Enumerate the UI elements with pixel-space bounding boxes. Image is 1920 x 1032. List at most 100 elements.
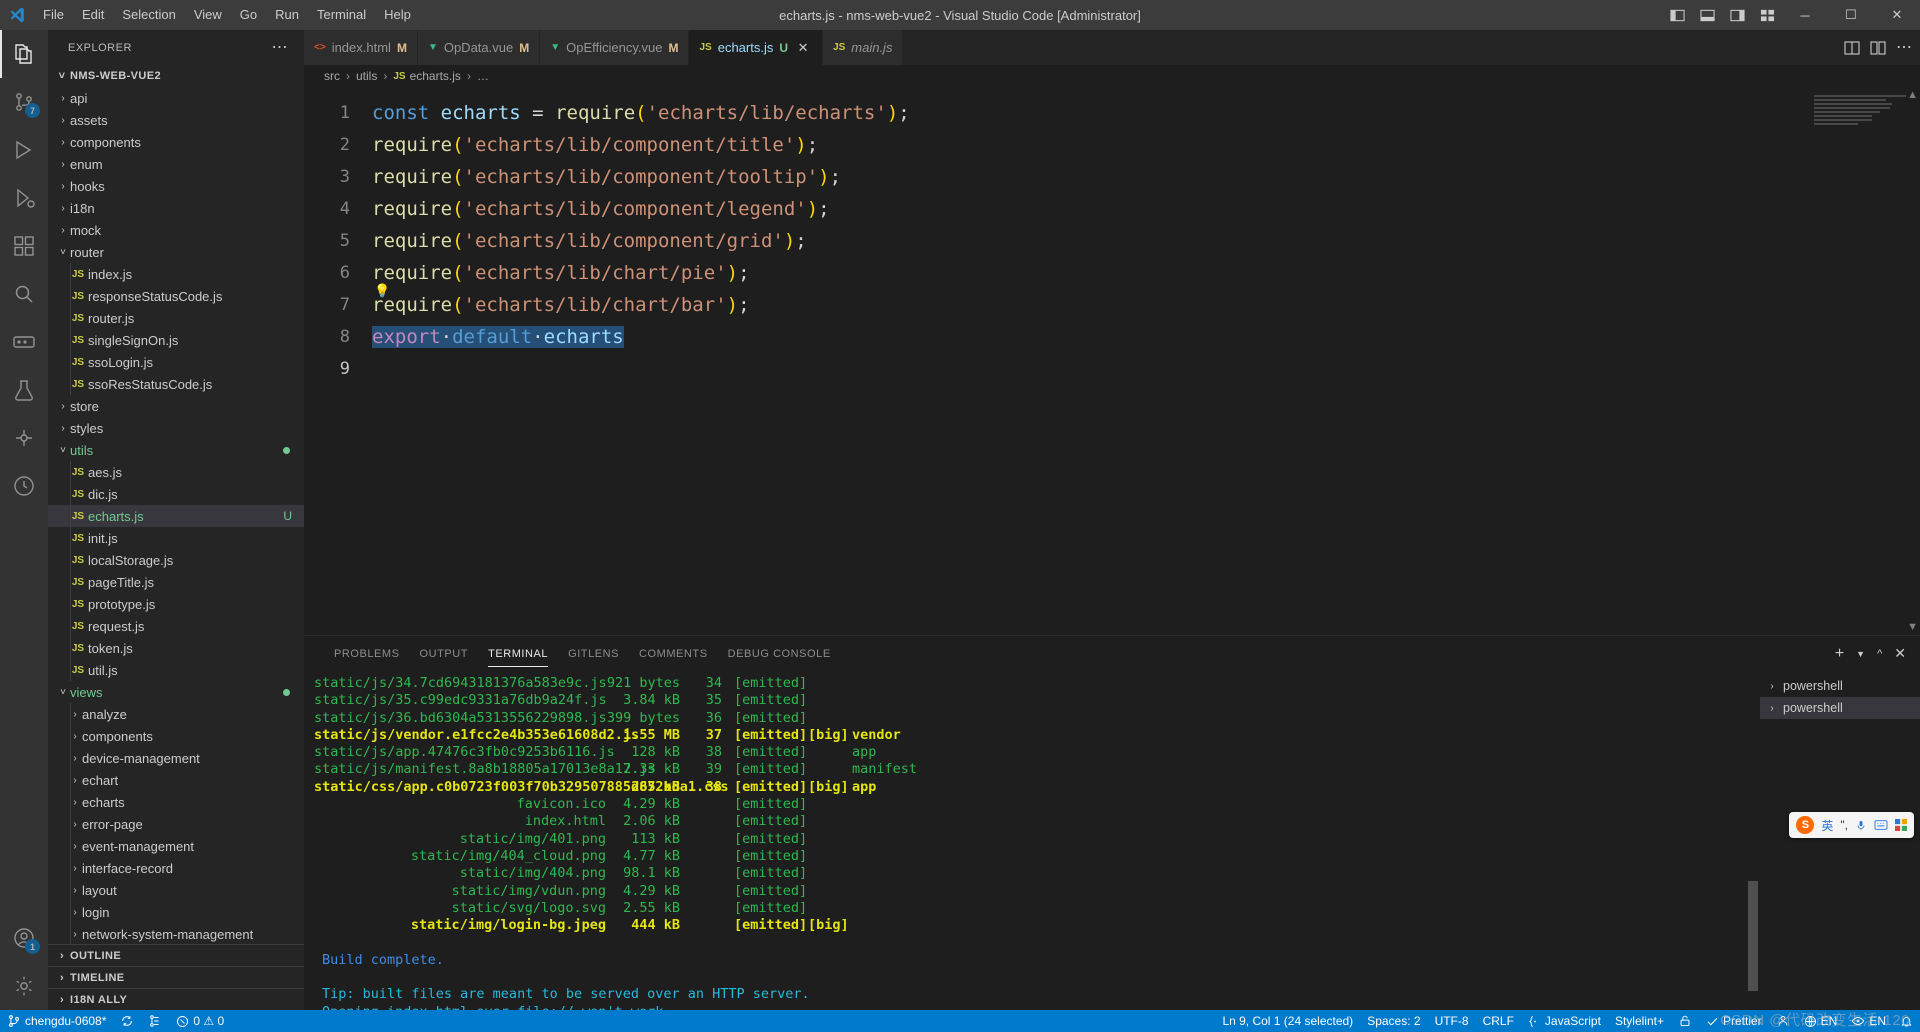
tree-item-assets[interactable]: › assets bbox=[48, 109, 304, 131]
status-editor-position[interactable]: Ln 9, Col 1 (24 selected) bbox=[1215, 1010, 1360, 1032]
tree-item-ssologin-js[interactable]: JS ssoLogin.js bbox=[48, 351, 304, 373]
tree-item-device-management[interactable]: › device-management bbox=[48, 747, 304, 769]
status-prettier[interactable]: Prettier bbox=[1699, 1010, 1769, 1032]
activitybar-remote-connect[interactable] bbox=[0, 414, 48, 462]
editor-tab-main-js[interactable]: JS main.js bbox=[823, 30, 904, 65]
status-notifications[interactable] bbox=[1893, 1010, 1920, 1032]
apps-icon[interactable] bbox=[1895, 819, 1907, 831]
chevron-right-icon[interactable]: › bbox=[56, 225, 70, 236]
tree-item-echart[interactable]: › echart bbox=[48, 769, 304, 791]
activitybar-run-and-debug[interactable] bbox=[0, 174, 48, 222]
editor-tab-echarts-js[interactable]: JS echarts.js U ✕ bbox=[689, 30, 824, 65]
tree-item-localstorage-js[interactable]: JS localStorage.js bbox=[48, 549, 304, 571]
panel-tabs[interactable]: PROBLEMS OUTPUT TERMINAL GITLENS COMMENT… bbox=[304, 636, 1920, 671]
tree-item-responsestatuscode-js[interactable]: JS responseStatusCode.js bbox=[48, 285, 304, 307]
file-tree[interactable]: › api › assets › components › enum › hooks › i18n › m… bbox=[48, 87, 304, 944]
code-content[interactable]: const echarts = require('echarts/lib/ech… bbox=[372, 87, 1920, 635]
menu-file[interactable]: File bbox=[34, 0, 73, 30]
chevron-down-icon[interactable]: ˅ bbox=[56, 687, 70, 698]
activitybar-explorer[interactable] bbox=[0, 30, 48, 78]
tree-item-styles[interactable]: › styles bbox=[48, 417, 304, 439]
status-gitlens[interactable] bbox=[141, 1010, 169, 1032]
status-sync[interactable] bbox=[113, 1010, 141, 1032]
activitybar-extensions[interactable] bbox=[0, 222, 48, 270]
code-line[interactable]: require('echarts/lib/component/grid'); bbox=[372, 225, 1920, 257]
menu-selection[interactable]: Selection bbox=[113, 0, 184, 30]
terminal-output[interactable]: static/js/34.7cd6943181376a583e9c.js 921 … bbox=[304, 671, 1746, 1010]
code-line[interactable]: require('echarts/lib/chart/bar'); bbox=[372, 289, 1920, 321]
chevron-right-icon[interactable]: › bbox=[56, 423, 70, 434]
status-branch[interactable]: chengdu-0608* bbox=[0, 1010, 113, 1032]
status-indentation[interactable]: Spaces: 2 bbox=[1360, 1010, 1427, 1032]
menu-view[interactable]: View bbox=[185, 0, 231, 30]
comma-icon[interactable]: ", bbox=[1840, 818, 1848, 832]
editor-tabs[interactable]: <> index.html M ▼ OpData.vue M ▼ OpEfficiency.v… bbox=[304, 30, 1920, 65]
breadcrumb-symbols[interactable]: … bbox=[477, 69, 489, 83]
tree-item-analyze[interactable]: › analyze bbox=[48, 703, 304, 725]
panel-left-icon[interactable] bbox=[1662, 0, 1692, 30]
activitybar-search[interactable] bbox=[0, 270, 48, 318]
status-i18n-ally-locale[interactable]: EN bbox=[1797, 1010, 1845, 1032]
new-terminal-icon[interactable]: + bbox=[1835, 645, 1844, 663]
chevron-right-icon[interactable]: › bbox=[56, 159, 70, 170]
panel-tab-terminal[interactable]: TERMINAL bbox=[478, 636, 558, 671]
activitybar-remote-explorer[interactable] bbox=[0, 318, 48, 366]
terminal-tab-powershell-1[interactable]: › powershell bbox=[1760, 675, 1920, 697]
panel-tab-output[interactable]: OUTPUT bbox=[410, 636, 479, 671]
minimize-button[interactable]: ─ bbox=[1782, 0, 1828, 30]
panel-actions[interactable]: + ▼ ^ ✕ bbox=[1835, 645, 1920, 663]
tree-item-token-js[interactable]: JS token.js bbox=[48, 637, 304, 659]
open-changes-icon[interactable] bbox=[1870, 40, 1886, 56]
sidebar-more-actions-icon[interactable]: ⋯ bbox=[272, 39, 297, 55]
breadcrumb-src[interactable]: src bbox=[324, 69, 340, 83]
status-eol[interactable]: CRLF bbox=[1476, 1010, 1521, 1032]
status-stylelint[interactable]: Stylelint+ bbox=[1608, 1010, 1671, 1032]
chevron-right-icon[interactable]: › bbox=[56, 93, 70, 104]
tree-item-router[interactable]: ˅ router bbox=[48, 241, 304, 263]
more-actions-icon[interactable]: ⋯ bbox=[1896, 39, 1912, 55]
tree-item-views[interactable]: ˅ views bbox=[48, 681, 304, 703]
scroll-down-icon[interactable]: ▼ bbox=[1907, 621, 1918, 633]
tree-item-login[interactable]: › login bbox=[48, 901, 304, 923]
panel-tab-comments[interactable]: COMMENTS bbox=[629, 636, 718, 671]
code-line[interactable]: require('echarts/lib/component/title'); bbox=[372, 129, 1920, 161]
customize-layout-icon[interactable] bbox=[1752, 0, 1782, 30]
tree-item-network-system-management[interactable]: › network-system-management bbox=[48, 923, 304, 944]
maximize-button[interactable]: ☐ bbox=[1828, 0, 1874, 30]
breadcrumb-utils[interactable]: utils bbox=[356, 69, 377, 83]
code-line[interactable]: export·default·echarts bbox=[372, 321, 1920, 353]
status-problems[interactable]: 0 ⚠ 0 bbox=[169, 1010, 231, 1032]
code-line[interactable]: require('echarts/lib/chart/pie'); bbox=[372, 257, 1920, 289]
breadcrumb[interactable]: src › utils › JS echarts.js › … bbox=[304, 65, 1920, 87]
tree-item-index-js[interactable]: JS index.js bbox=[48, 263, 304, 285]
activitybar-manage-gear[interactable] bbox=[0, 962, 48, 1010]
activitybar-test[interactable] bbox=[0, 366, 48, 414]
tree-item-router-js[interactable]: JS router.js bbox=[48, 307, 304, 329]
activitybar-debug-alt[interactable] bbox=[0, 126, 48, 174]
tree-item-echarts[interactable]: › echarts bbox=[48, 791, 304, 813]
section-outline[interactable]: › OUTLINE bbox=[48, 944, 304, 966]
code-line[interactable]: require('echarts/lib/component/legend'); bbox=[372, 193, 1920, 225]
panel-bottom-icon[interactable] bbox=[1692, 0, 1722, 30]
close-button[interactable]: ✕ bbox=[1874, 0, 1920, 30]
chevron-right-icon[interactable]: › bbox=[56, 203, 70, 214]
chevron-down-icon[interactable]: ˅ bbox=[56, 445, 70, 456]
code-line[interactable] bbox=[372, 353, 1920, 385]
tree-item-interface-record[interactable]: › interface-record bbox=[48, 857, 304, 879]
chevron-down-icon[interactable]: ˅ bbox=[56, 247, 70, 258]
tree-item-dic-js[interactable]: JS dic.js bbox=[48, 483, 304, 505]
editor-tab-opefficiency-vue[interactable]: ▼ OpEfficiency.vue M bbox=[540, 30, 690, 65]
menu-help[interactable]: Help bbox=[375, 0, 420, 30]
ime-toolbar[interactable]: S 英 ", bbox=[1789, 812, 1914, 838]
chevron-right-icon[interactable]: › bbox=[56, 137, 70, 148]
maximize-panel-icon[interactable]: ^ bbox=[1877, 648, 1882, 660]
tree-item-components[interactable]: › components bbox=[48, 725, 304, 747]
breadcrumb-file[interactable]: echarts.js bbox=[410, 69, 461, 83]
activitybar-source-control[interactable]: 7 bbox=[0, 78, 48, 126]
menu-go[interactable]: Go bbox=[231, 0, 266, 30]
tree-item-event-management[interactable]: › event-management bbox=[48, 835, 304, 857]
minimap[interactable] bbox=[1814, 95, 1906, 125]
editor-tab-actions[interactable]: ⋯ bbox=[1844, 30, 1920, 65]
keyboard-icon[interactable] bbox=[1874, 819, 1888, 831]
status-language-mode[interactable]: JavaScript bbox=[1521, 1010, 1608, 1032]
